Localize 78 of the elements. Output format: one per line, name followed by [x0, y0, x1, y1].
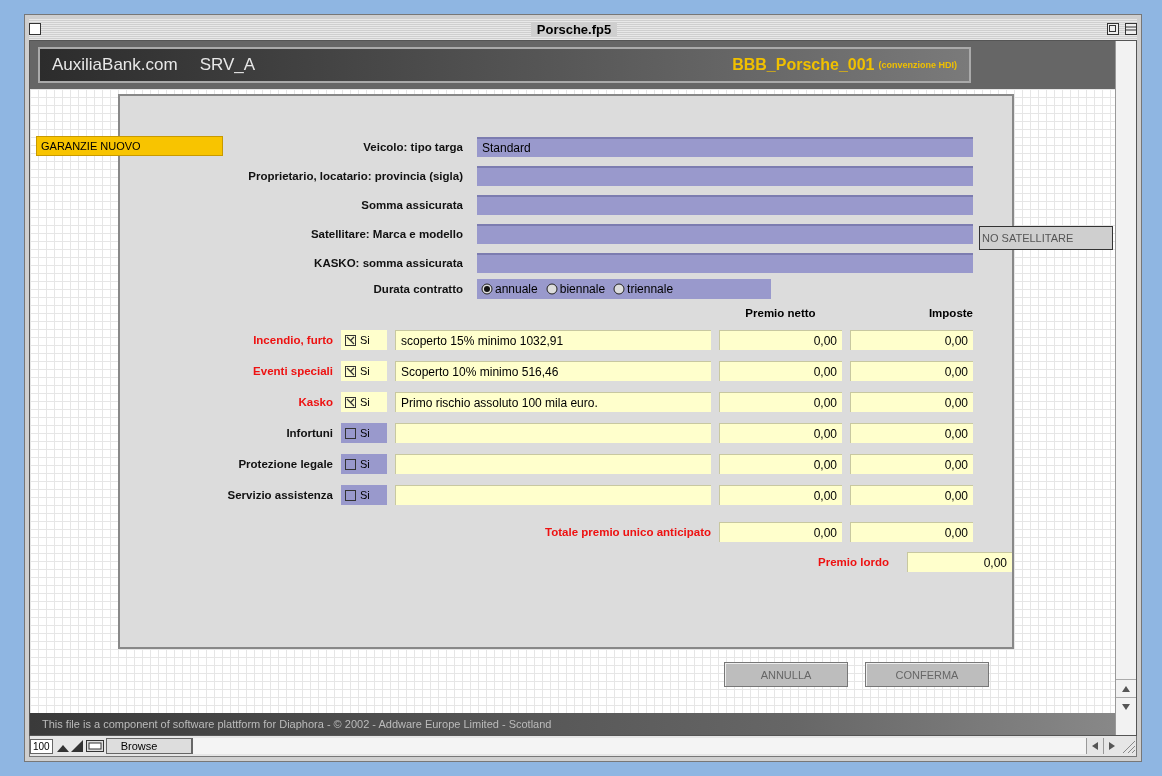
- amount-field[interactable]: 0,00: [850, 454, 973, 474]
- note-field[interactable]: [395, 423, 711, 443]
- radio-option[interactable]: triennale: [613, 282, 674, 296]
- footer-text: This file is a component of software plattform for Diaphora - © 2002 - Addware Europe Limited - Scotland: [30, 713, 1115, 735]
- coverage-label: Protezione legale: [238, 458, 333, 470]
- server-name: SRV_A: [199, 55, 256, 75]
- note-field[interactable]: Primo rischio assoluto 100 mila euro.: [395, 392, 711, 412]
- amount-field[interactable]: 0,00: [719, 423, 842, 443]
- checkbox-icon: [345, 334, 356, 346]
- amount-field[interactable]: 0,00: [850, 361, 973, 381]
- checkbox[interactable]: Si: [341, 392, 387, 412]
- amount-field[interactable]: 0,00: [719, 485, 842, 505]
- radio-option[interactable]: annuale: [481, 282, 538, 296]
- satellite-button[interactable]: NO SATELLITARE: [979, 226, 1113, 250]
- field-label: Durata contratto: [373, 283, 463, 295]
- close-box-icon[interactable]: [29, 23, 41, 35]
- coverage-label: Infortuni: [286, 427, 333, 439]
- checkbox-icon: [345, 365, 356, 377]
- field-label: Veicolo: tipo targa: [363, 141, 463, 153]
- input-field[interactable]: [477, 195, 973, 215]
- scroll-left-icon[interactable]: [1091, 742, 1099, 750]
- site-name: AuxiliaBank.com: [52, 55, 178, 75]
- coverage-label: Servizio assistenza: [227, 489, 333, 501]
- gross-label: Premio lordo: [818, 556, 889, 568]
- zoom-box-icon[interactable]: [1125, 23, 1137, 35]
- vertical-scrollbar[interactable]: [1115, 41, 1136, 735]
- zoom-level[interactable]: 100: [30, 738, 53, 754]
- checkbox-icon: [345, 489, 356, 501]
- input-field[interactable]: [477, 166, 973, 186]
- amount-field[interactable]: 0,00: [850, 522, 973, 542]
- coverage-label: Eventi speciali: [253, 365, 333, 377]
- amount-field[interactable]: 0,00: [719, 522, 842, 542]
- amount-field[interactable]: 0,00: [907, 552, 1012, 572]
- column-header: Premio netto: [744, 307, 817, 319]
- amount-field[interactable]: 0,00: [850, 423, 973, 443]
- layout-icon[interactable]: [85, 739, 104, 753]
- field-label: Proprietario, locatario: provincia (sigla): [248, 170, 463, 182]
- note-field[interactable]: [395, 485, 711, 505]
- field-label: KASKO: somma assicurata: [314, 257, 463, 269]
- section-tag: GARANZIE NUOVO: [36, 136, 223, 156]
- checkbox[interactable]: Si: [341, 454, 387, 474]
- agreement-note: (convenzione HDI): [878, 60, 957, 70]
- total-label: Totale premio unico anticipato: [545, 526, 711, 538]
- scroll-right-icon[interactable]: [1108, 742, 1116, 750]
- checkbox[interactable]: Si: [341, 361, 387, 381]
- horizontal-scrollbar[interactable]: [191, 738, 1086, 754]
- amount-field[interactable]: 0,00: [719, 361, 842, 381]
- checkbox[interactable]: Si: [341, 485, 387, 505]
- checkbox[interactable]: Si: [341, 330, 387, 350]
- coverage-label: Incendio, furto: [253, 334, 333, 346]
- checkbox-icon: [345, 427, 356, 439]
- radio-option[interactable]: biennale: [545, 282, 606, 296]
- resize-grip-icon[interactable]: [1120, 738, 1136, 754]
- input-field[interactable]: [477, 253, 973, 273]
- note-field[interactable]: scoperto 15% minimo 1032,91: [395, 330, 711, 350]
- column-header: Imposte: [927, 307, 973, 319]
- window-title: Porsche.fp5: [530, 21, 618, 37]
- field-label: Somma assicurata: [361, 199, 463, 211]
- input-field[interactable]: Standard: [477, 137, 973, 157]
- amount-field[interactable]: 0,00: [850, 330, 973, 350]
- scroll-down-icon[interactable]: [1122, 702, 1130, 711]
- coverage-label: Kasko: [298, 396, 333, 408]
- checkbox[interactable]: Si: [341, 423, 387, 443]
- note-field[interactable]: Scoperto 10% minimo 516,46: [395, 361, 711, 381]
- input-field[interactable]: [477, 224, 973, 244]
- mode-selector[interactable]: Browse: [105, 738, 192, 754]
- collapse-box-icon[interactable]: [1107, 23, 1119, 35]
- amount-field[interactable]: 0,00: [719, 330, 842, 350]
- field-label: Satellitare: Marca e modello: [310, 228, 463, 240]
- checkbox-icon: [345, 458, 356, 470]
- amount-field[interactable]: 0,00: [850, 485, 973, 505]
- file-id: BBB_Porsche_001: [732, 56, 875, 74]
- checkbox-icon: [345, 396, 356, 408]
- amount-field[interactable]: 0,00: [850, 392, 973, 412]
- scroll-up-icon[interactable]: [1122, 684, 1130, 693]
- note-field[interactable]: [395, 454, 711, 474]
- amount-field[interactable]: 0,00: [719, 392, 842, 412]
- amount-field[interactable]: 0,00: [719, 454, 842, 474]
